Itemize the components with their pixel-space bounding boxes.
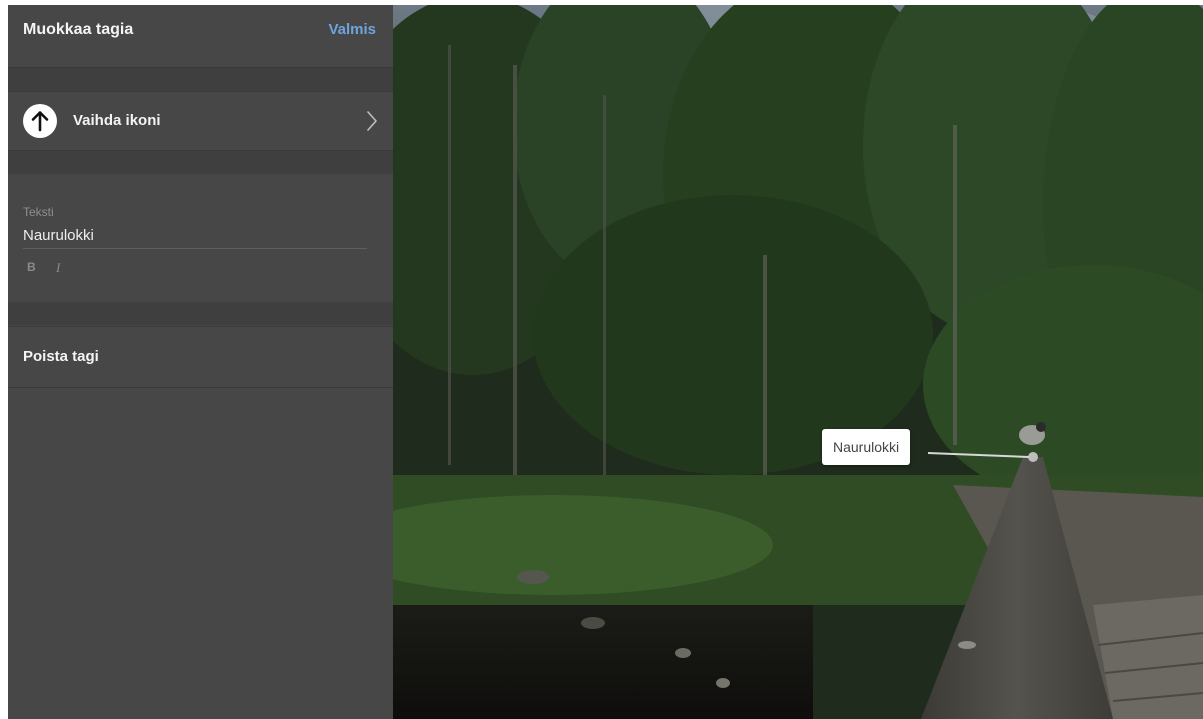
change-icon-label: Vaihda ikoni — [73, 112, 161, 129]
bold-button[interactable]: B — [27, 260, 36, 274]
panel-header: Muokkaa tagia Valmis — [8, 5, 393, 68]
panel-title: Muokkaa tagia — [23, 21, 134, 38]
editor-window: Muokkaa tagia Valmis Vaihda ikoni Teksti… — [8, 5, 1203, 719]
delete-tag-label: Poista tagi — [23, 348, 99, 365]
panorama-image — [393, 5, 1203, 719]
text-section: Teksti Naurulokki B I — [8, 176, 393, 301]
italic-button[interactable]: I — [56, 260, 60, 276]
change-icon-row[interactable]: Vaihda ikoni — [8, 91, 393, 151]
panorama-view[interactable]: Naurulokki — [393, 5, 1203, 719]
section-divider — [8, 302, 393, 325]
text-field-label: Teksti — [23, 205, 54, 219]
section-divider — [8, 151, 393, 174]
done-button[interactable]: Valmis — [328, 21, 376, 38]
section-divider — [8, 68, 393, 91]
text-input[interactable]: Naurulokki — [23, 227, 367, 249]
delete-tag-button[interactable]: Poista tagi — [8, 326, 393, 388]
chevron-right-icon — [365, 109, 379, 138]
edit-tag-panel: Muokkaa tagia Valmis Vaihda ikoni Teksti… — [8, 5, 393, 719]
scene-tag-label[interactable]: Naurulokki — [822, 429, 911, 465]
arrow-up-icon — [23, 104, 57, 138]
